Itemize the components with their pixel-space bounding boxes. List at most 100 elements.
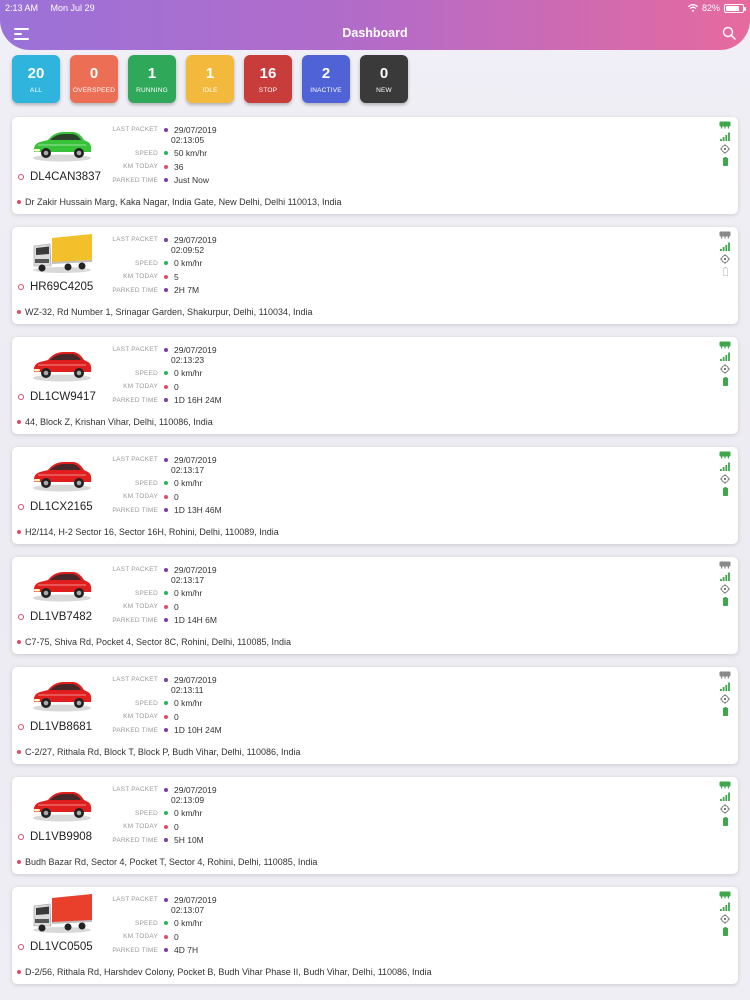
status-bar: 2:13 AM Mon Jul 29 82% xyxy=(0,3,750,15)
search-icon[interactable] xyxy=(722,26,736,40)
device-battery-icon xyxy=(722,487,728,496)
last-packet-label: LAST PACKET xyxy=(112,566,158,574)
device-status-icons xyxy=(719,341,731,386)
gps-device-icon xyxy=(719,341,731,349)
parked-time-value: 2H 7M xyxy=(174,285,200,296)
vehicle-card[interactable]: DL1CX2165 LAST PACKET 29/07/2019 02:13:17 SP… xyxy=(12,447,738,544)
plate-status-icon xyxy=(18,724,24,730)
plate-number: DL1VB8681 xyxy=(30,721,93,733)
vehicle-list: DL4CAN3837 LAST PACKET 29/07/2019 02:13:05 S… xyxy=(12,117,738,997)
status-tile-all[interactable]: 20 ALL xyxy=(12,55,60,103)
vehicle-address: C-2/27, Rithala Rd, Block T, Block P, Bu… xyxy=(17,747,301,757)
km-today-label: KM TODAY xyxy=(123,713,158,721)
plate-status-icon xyxy=(18,284,24,290)
parked-time-value: 1D 14H 6M xyxy=(174,615,217,626)
vehicle-info: LAST PACKET 29/07/2019 02:13:09 SPEED 0 km/h… xyxy=(104,783,217,847)
status-tile-new[interactable]: 0 NEW xyxy=(360,55,408,103)
last-packet-date: 29/07/2019 xyxy=(174,344,217,355)
locate-target-icon[interactable] xyxy=(720,694,730,704)
vehicle-plate: DL1VB7482 xyxy=(18,611,92,623)
status-tile-overspeed[interactable]: 0 OVERSPEED xyxy=(70,55,118,103)
parked-time-label: PARKED TIME xyxy=(112,506,158,514)
km-today-label: KM TODAY xyxy=(123,273,158,281)
last-packet-date: 29/07/2019 xyxy=(174,894,217,905)
battery-percent: 82% xyxy=(701,3,720,13)
car-icon xyxy=(30,452,94,494)
gps-device-icon xyxy=(719,671,731,679)
parked-time-value: 1D 16H 24M xyxy=(174,395,222,406)
device-battery-icon xyxy=(722,707,728,716)
tile-label: IDLE xyxy=(202,86,218,94)
vehicle-card[interactable]: HR69C4205 LAST PACKET 29/07/2019 02:09:52 SP… xyxy=(12,227,738,324)
vehicle-info: LAST PACKET 29/07/2019 02:13:11 SPEED 0 km/h… xyxy=(104,673,221,737)
tile-label: RUNNING xyxy=(136,86,168,94)
tile-count: 2 xyxy=(321,64,331,82)
device-status-icons xyxy=(719,781,731,826)
parked-time-label: PARKED TIME xyxy=(112,726,158,734)
last-packet-date: 29/07/2019 xyxy=(174,564,217,575)
last-packet-time: 02:13:07 xyxy=(171,904,205,915)
vehicle-card[interactable]: DL1VB8681 LAST PACKET 29/07/2019 02:13:11 SP… xyxy=(12,667,738,764)
last-packet-label: LAST PACKET xyxy=(112,236,158,244)
car-icon xyxy=(30,122,94,164)
plate-status-icon xyxy=(18,504,24,510)
speed-label: SPEED xyxy=(134,149,158,157)
device-status-icons xyxy=(719,891,731,936)
locate-target-icon[interactable] xyxy=(720,804,730,814)
vehicle-info: LAST PACKET 29/07/2019 02:13:05 SPEED 50 km/… xyxy=(104,123,216,187)
location-dot-icon xyxy=(17,200,21,204)
vehicle-address: H2/114, H-2 Sector 16, Sector 16H, Rohin… xyxy=(17,527,279,537)
locate-target-icon[interactable] xyxy=(720,254,730,264)
status-tile-inactive[interactable]: 2 INACTIVE xyxy=(302,55,350,103)
location-dot-icon xyxy=(17,420,21,424)
status-tile-stop[interactable]: 16 STOP xyxy=(244,55,292,103)
vehicle-card[interactable]: DL1VB9908 LAST PACKET 29/07/2019 02:13:09 SP… xyxy=(12,777,738,874)
vehicle-card[interactable]: DL4CAN3837 LAST PACKET 29/07/2019 02:13:05 S… xyxy=(12,117,738,214)
status-tile-running[interactable]: 1 RUNNING xyxy=(128,55,176,103)
speed-value: 0 km/hr xyxy=(174,368,203,379)
car-icon xyxy=(30,562,94,604)
tile-count: 0 xyxy=(89,64,99,82)
vehicle-plate: DL1VB9908 xyxy=(18,831,92,843)
last-packet-label: LAST PACKET xyxy=(112,126,158,134)
last-packet-label: LAST PACKET xyxy=(112,786,158,794)
status-tile-idle[interactable]: 1 IDLE xyxy=(186,55,234,103)
speed-value: 0 km/hr xyxy=(174,698,203,709)
vehicle-address: Dr Zakir Hussain Marg, Kaka Nagar, India… xyxy=(17,197,342,207)
device-battery-icon xyxy=(722,377,728,386)
device-battery-icon xyxy=(722,817,728,826)
last-packet-time: 02:13:09 xyxy=(171,794,205,805)
truck-icon xyxy=(30,232,94,274)
km-today-value: 5 xyxy=(174,271,179,282)
locate-target-icon[interactable] xyxy=(720,364,730,374)
vehicle-card[interactable]: DL1CW9417 LAST PACKET 29/07/2019 02:13:23 SP… xyxy=(12,337,738,434)
parked-time-label: PARKED TIME xyxy=(112,396,158,404)
device-status-icons xyxy=(719,121,731,166)
vehicle-info: LAST PACKET 29/07/2019 02:13:23 SPEED 0 km/h… xyxy=(104,343,222,407)
vehicle-address: C7-75, Shiva Rd, Pocket 4, Sector 8C, Ro… xyxy=(17,637,291,647)
vehicle-plate: DL4CAN3837 xyxy=(18,171,101,183)
last-packet-date: 29/07/2019 xyxy=(174,784,217,795)
speed-value: 0 km/hr xyxy=(174,588,203,599)
gps-device-icon xyxy=(719,451,731,459)
address-text: WZ-32, Rd Number 1, Srinagar Garden, Sha… xyxy=(25,307,313,317)
app-header: 2:13 AM Mon Jul 29 82% Dashboard xyxy=(0,0,750,50)
vehicle-card[interactable]: DL1VC0505 LAST PACKET 29/07/2019 02:13:07 SP… xyxy=(12,887,738,984)
gps-device-icon xyxy=(719,231,731,239)
status-time: 2:13 AM xyxy=(5,3,39,13)
locate-target-icon[interactable] xyxy=(720,914,730,924)
location-dot-icon xyxy=(17,750,21,754)
gps-device-icon xyxy=(719,891,731,899)
address-text: C-2/27, Rithala Rd, Block T, Block P, Bu… xyxy=(25,747,301,757)
device-status-icons xyxy=(719,561,731,606)
speed-value: 0 km/hr xyxy=(174,918,203,929)
locate-target-icon[interactable] xyxy=(720,474,730,484)
address-text: C7-75, Shiva Rd, Pocket 4, Sector 8C, Ro… xyxy=(25,637,291,647)
locate-target-icon[interactable] xyxy=(720,584,730,594)
parked-time-value: 4D 7H xyxy=(174,945,199,956)
vehicle-card[interactable]: DL1VB7482 LAST PACKET 29/07/2019 02:13:17 SP… xyxy=(12,557,738,654)
locate-target-icon[interactable] xyxy=(720,144,730,154)
parked-time-label: PARKED TIME xyxy=(112,616,158,624)
gps-device-icon xyxy=(719,561,731,569)
speed-value: 0 km/hr xyxy=(174,808,203,819)
